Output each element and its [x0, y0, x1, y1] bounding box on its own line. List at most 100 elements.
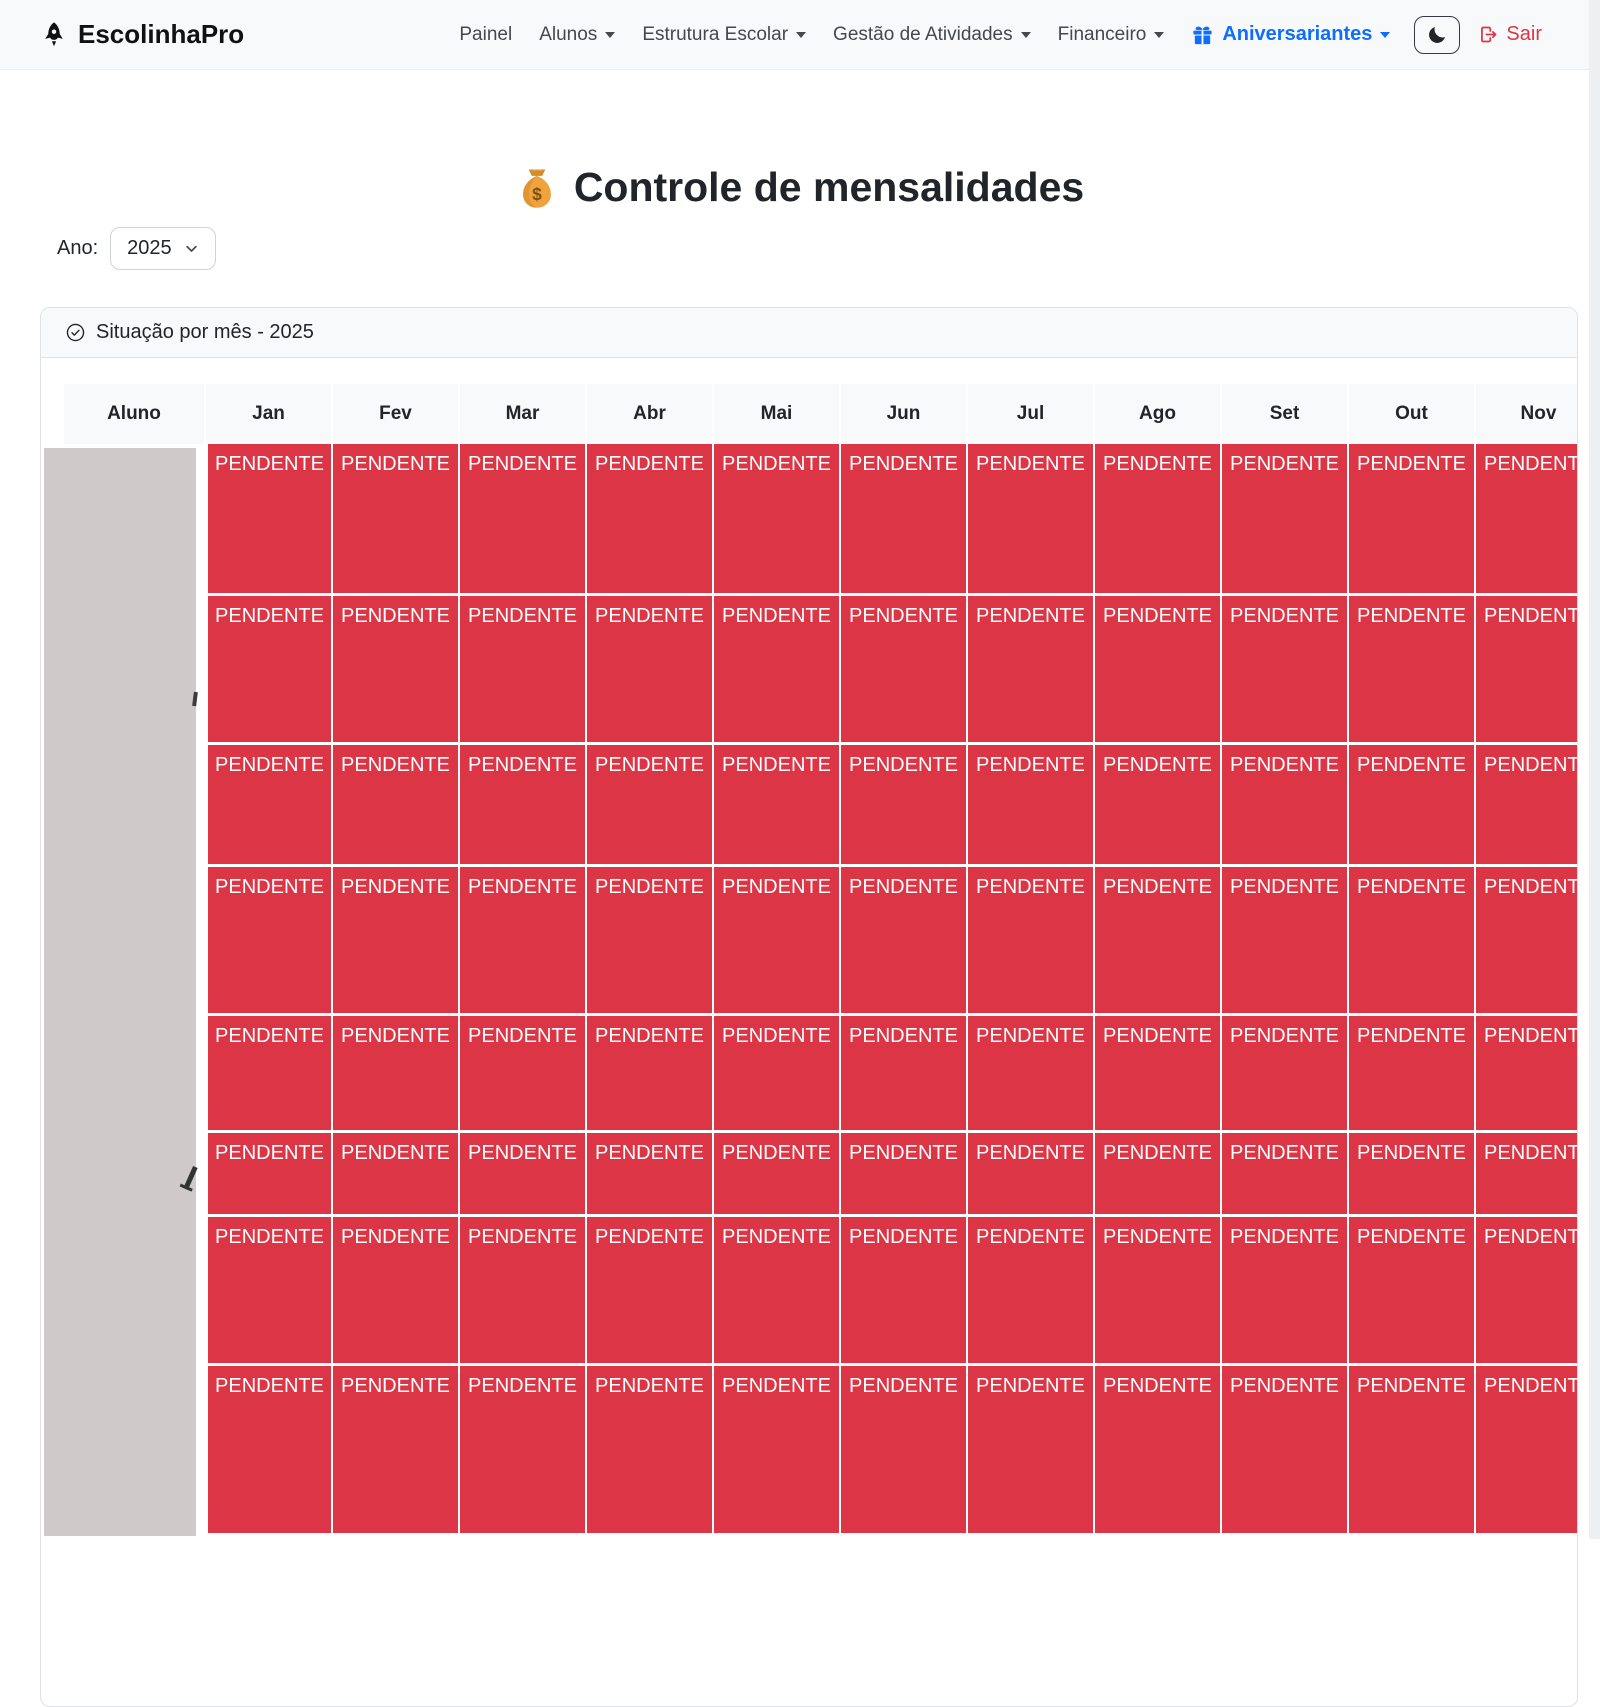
status-cell-pendente[interactable]: PENDENTE: [1222, 444, 1349, 596]
status-cell-pendente[interactable]: PENDENTE: [841, 1016, 968, 1133]
status-cell-pendente[interactable]: PENDENTE: [1476, 1366, 1577, 1536]
status-cell-pendente[interactable]: PENDENTE: [841, 1217, 968, 1366]
nav-item-financeiro[interactable]: Financeiro: [1058, 24, 1165, 46]
status-cell-pendente[interactable]: PENDENTE: [968, 1366, 1095, 1536]
status-cell-pendente[interactable]: PENDENTE: [1222, 745, 1349, 867]
status-cell-pendente[interactable]: PENDENTE: [460, 444, 587, 596]
status-cell-pendente[interactable]: PENDENTE: [333, 1366, 460, 1536]
scrollbar-track[interactable]: [1589, 0, 1600, 1539]
status-cell-pendente[interactable]: PENDENTE: [1222, 1133, 1349, 1217]
status-cell-pendente[interactable]: PENDENTE: [460, 596, 587, 745]
status-cell-pendente[interactable]: PENDENTE: [1349, 596, 1476, 745]
status-cell-pendente[interactable]: PENDENTE: [460, 1217, 587, 1366]
status-cell-pendente[interactable]: PENDENTE: [1349, 1366, 1476, 1536]
status-cell-pendente[interactable]: PENDENTE: [333, 1133, 460, 1217]
status-cell-pendente[interactable]: PENDENTE: [1222, 1016, 1349, 1133]
status-cell-pendente[interactable]: PENDENTE: [587, 867, 714, 1016]
dark-mode-toggle-button[interactable]: [1414, 16, 1460, 54]
status-cell-pendente[interactable]: PENDENTE: [333, 1016, 460, 1133]
status-cell-pendente[interactable]: PENDENTE: [1349, 745, 1476, 867]
status-cell-pendente[interactable]: PENDENTE: [460, 1366, 587, 1536]
status-cell-pendente[interactable]: PENDENTE: [1095, 745, 1222, 867]
status-cell-pendente[interactable]: PENDENTE: [968, 1217, 1095, 1366]
status-cell-pendente[interactable]: PENDENTE: [714, 745, 841, 867]
nav-item-estrutura-escolar[interactable]: Estrutura Escolar: [642, 24, 806, 46]
status-cell-pendente[interactable]: PENDENTE: [968, 1016, 1095, 1133]
status-cell-pendente[interactable]: PENDENTE: [206, 867, 333, 1016]
status-cell-pendente[interactable]: PENDENTE: [587, 1133, 714, 1217]
status-cell-pendente[interactable]: PENDENTE: [206, 1366, 333, 1536]
column-header-set: Set: [1222, 384, 1349, 444]
status-cell-pendente[interactable]: PENDENTE: [1476, 1217, 1577, 1366]
status-cell-pendente[interactable]: PENDENTE: [333, 867, 460, 1016]
status-cell-pendente[interactable]: PENDENTE: [1222, 867, 1349, 1016]
status-cell-pendente[interactable]: PENDENTE: [968, 596, 1095, 745]
status-cell-pendente[interactable]: PENDENTE: [841, 444, 968, 596]
status-cell-pendente[interactable]: PENDENTE: [1222, 1366, 1349, 1536]
status-cell-pendente[interactable]: PENDENTE: [714, 1016, 841, 1133]
status-cell-pendente[interactable]: PENDENTE: [1349, 867, 1476, 1016]
status-cell-pendente[interactable]: PENDENTE: [1476, 1016, 1577, 1133]
nav-item-aniversariantes[interactable]: Aniversariantes: [1191, 23, 1390, 46]
year-select[interactable]: 2025: [110, 227, 216, 270]
status-cell-pendente[interactable]: PENDENTE: [1476, 1133, 1577, 1217]
status-cell-pendente[interactable]: PENDENTE: [587, 745, 714, 867]
status-cell-pendente[interactable]: PENDENTE: [968, 745, 1095, 867]
status-cell-pendente[interactable]: PENDENTE: [714, 1217, 841, 1366]
status-cell-pendente[interactable]: PENDENTE: [1095, 1366, 1222, 1536]
status-cell-pendente[interactable]: PENDENTE: [1222, 1217, 1349, 1366]
status-cell-pendente[interactable]: PENDENTE: [1349, 444, 1476, 596]
status-cell-pendente[interactable]: PENDENTE: [1095, 596, 1222, 745]
status-cell-pendente[interactable]: PENDENTE: [841, 745, 968, 867]
status-cell-pendente[interactable]: PENDENTE: [714, 596, 841, 745]
status-cell-pendente[interactable]: PENDENTE: [333, 596, 460, 745]
status-cell-pendente[interactable]: PENDENTE: [587, 1217, 714, 1366]
status-cell-pendente[interactable]: PENDENTE: [460, 1016, 587, 1133]
status-cell-pendente[interactable]: PENDENTE: [206, 745, 333, 867]
brand[interactable]: EscolinhaPro: [40, 19, 244, 50]
status-cell-pendente[interactable]: PENDENTE: [333, 1217, 460, 1366]
status-cell-pendente[interactable]: PENDENTE: [1095, 1217, 1222, 1366]
status-cell-pendente[interactable]: PENDENTE: [714, 1366, 841, 1536]
status-cell-pendente[interactable]: PENDENTE: [968, 867, 1095, 1016]
status-cell-pendente[interactable]: PENDENTE: [206, 444, 333, 596]
status-cell-pendente[interactable]: PENDENTE: [1349, 1133, 1476, 1217]
logout-link[interactable]: Sair: [1478, 23, 1542, 46]
nav-item-painel[interactable]: Painel: [459, 24, 512, 46]
status-cell-pendente[interactable]: PENDENTE: [841, 867, 968, 1016]
status-cell-pendente[interactable]: PENDENTE: [460, 867, 587, 1016]
status-cell-pendente[interactable]: PENDENTE: [1349, 1016, 1476, 1133]
status-cell-pendente[interactable]: PENDENTE: [841, 1133, 968, 1217]
status-cell-pendente[interactable]: PENDENTE: [206, 1016, 333, 1133]
status-cell-pendente[interactable]: PENDENTE: [714, 444, 841, 596]
status-cell-pendente[interactable]: PENDENTE: [587, 444, 714, 596]
status-cell-pendente[interactable]: PENDENTE: [333, 444, 460, 596]
status-cell-pendente[interactable]: PENDENTE: [714, 867, 841, 1016]
status-cell-pendente[interactable]: PENDENTE: [841, 596, 968, 745]
status-cell-pendente[interactable]: PENDENTE: [1476, 596, 1577, 745]
status-cell-pendente[interactable]: PENDENTE: [841, 1366, 968, 1536]
status-cell-pendente[interactable]: PENDENTE: [1349, 1217, 1476, 1366]
status-cell-pendente[interactable]: PENDENTE: [1222, 596, 1349, 745]
status-cell-pendente[interactable]: PENDENTE: [460, 745, 587, 867]
nav-item-alunos[interactable]: Alunos: [539, 24, 615, 46]
status-cell-pendente[interactable]: PENDENTE: [206, 596, 333, 745]
status-cell-pendente[interactable]: PENDENTE: [460, 1133, 587, 1217]
status-cell-pendente[interactable]: PENDENTE: [1095, 444, 1222, 596]
status-cell-pendente[interactable]: PENDENTE: [968, 1133, 1095, 1217]
status-cell-pendente[interactable]: PENDENTE: [206, 1217, 333, 1366]
status-cell-pendente[interactable]: PENDENTE: [1476, 867, 1577, 1016]
status-cell-pendente[interactable]: PENDENTE: [333, 745, 460, 867]
nav-item-gestao-de-atividades[interactable]: Gestão de Atividades: [833, 24, 1031, 46]
status-cell-pendente[interactable]: PENDENTE: [1095, 1133, 1222, 1217]
status-cell-pendente[interactable]: PENDENTE: [1476, 444, 1577, 596]
status-cell-pendente[interactable]: PENDENTE: [968, 444, 1095, 596]
status-cell-pendente[interactable]: PENDENTE: [714, 1133, 841, 1217]
status-cell-pendente[interactable]: PENDENTE: [587, 596, 714, 745]
status-cell-pendente[interactable]: PENDENTE: [206, 1133, 333, 1217]
status-cell-pendente[interactable]: PENDENTE: [1095, 867, 1222, 1016]
status-cell-pendente[interactable]: PENDENTE: [587, 1366, 714, 1536]
status-cell-pendente[interactable]: PENDENTE: [587, 1016, 714, 1133]
status-cell-pendente[interactable]: PENDENTE: [1476, 745, 1577, 867]
status-cell-pendente[interactable]: PENDENTE: [1095, 1016, 1222, 1133]
